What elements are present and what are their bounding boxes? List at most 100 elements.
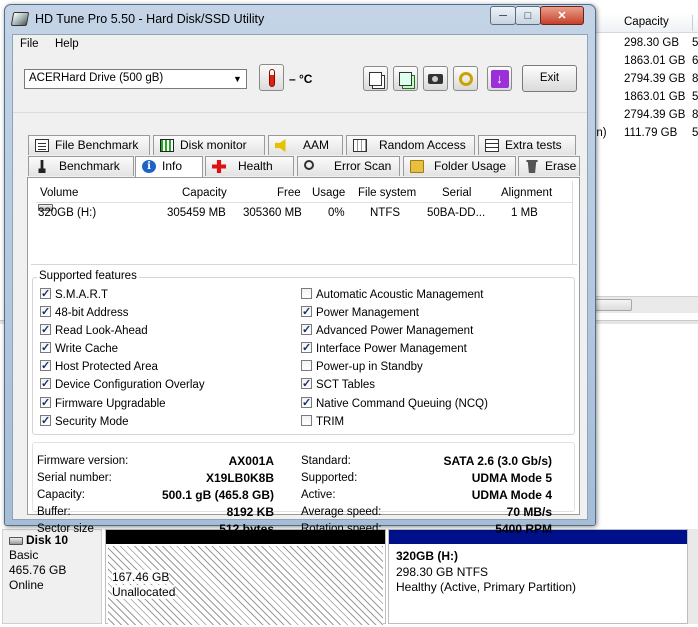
screenshot-button[interactable]: [423, 66, 448, 91]
drive-select[interactable]: ACERHard Drive (500 gB) ▼: [24, 69, 247, 89]
checkbox[interactable]: [301, 395, 312, 411]
volume-table-scrollbar[interactable]: [572, 181, 579, 264]
checkbox[interactable]: [40, 322, 51, 338]
volume-list-row[interactable]: 1863.01 GB 5: [590, 88, 698, 106]
feature-write-cache[interactable]: Write Cache: [40, 340, 118, 357]
cell-free: 305360 MB: [243, 207, 302, 219]
average-speed-value: 70 MB/s: [506, 505, 552, 519]
tab-info[interactable]: i Info: [135, 156, 203, 177]
volume-list-row[interactable]: 2794.39 GB 8: [590, 106, 698, 124]
feature-48bit-address[interactable]: 48-bit Address: [40, 304, 129, 321]
tab-file-benchmark[interactable]: File Benchmark: [28, 135, 150, 155]
cell-capacity: 305459 MB: [167, 207, 226, 219]
checkbox[interactable]: [40, 376, 51, 392]
horizontal-scrollbar[interactable]: [586, 296, 698, 313]
temperature-button[interactable]: [259, 64, 284, 91]
feature-aam[interactable]: Automatic Acoustic Management: [301, 287, 483, 303]
standard-value: SATA 2.6 (3.0 Gb/s): [443, 454, 552, 468]
unallocated-size: 167.46 GB: [112, 570, 170, 584]
volume-list-row[interactable]: 2794.39 GB 8: [590, 70, 698, 88]
volume-list-row[interactable]: on) 111.79 GB 5: [590, 124, 698, 142]
feature-trim[interactable]: TRIM: [301, 414, 344, 430]
volume-list-row[interactable]: 298.30 GB 5: [590, 34, 698, 52]
checkbox[interactable]: [40, 358, 51, 374]
checkbox[interactable]: [40, 286, 51, 302]
volume-list-row[interactable]: 1863.01 GB 6: [590, 52, 698, 70]
toolbar: ACERHard Drive (500 gB) ▼ – °C ↓ Exit: [13, 55, 587, 113]
keys-icon: [458, 71, 473, 86]
copy-text-button[interactable]: [363, 66, 388, 91]
cell-file-system: NTFS: [370, 207, 401, 219]
firmware-value: AX001A: [228, 454, 274, 468]
info-icon: i: [142, 160, 156, 173]
column-header-serial[interactable]: Serial: [442, 184, 471, 202]
column-header-file-system[interactable]: File system: [358, 184, 416, 202]
feature-smart[interactable]: S.M.A.R.T: [40, 286, 108, 303]
supported-mode-label: Supported:: [301, 472, 358, 484]
tab-random-access[interactable]: Random Access: [346, 135, 475, 155]
column-header-capacity[interactable]: Capacity: [624, 16, 669, 28]
column-header-usage[interactable]: Usage: [312, 184, 345, 202]
table-row[interactable]: 320GB (H:) 305459 MB 305360 MB 0% NTFS 5…: [36, 204, 572, 222]
tab-extra-tests[interactable]: Extra tests: [478, 135, 576, 155]
column-header-volume[interactable]: Volume: [40, 184, 78, 202]
unallocated-partition[interactable]: 167.46 GB Unallocated: [105, 529, 386, 625]
checkbox[interactable]: [40, 304, 51, 320]
tab-health[interactable]: Health: [205, 156, 294, 176]
tab-folder-usage[interactable]: Folder Usage: [403, 156, 516, 176]
feature-host-protected-area[interactable]: Host Protected Area: [40, 358, 158, 375]
feature-power-management[interactable]: Power Management: [301, 304, 419, 321]
save-button[interactable]: ↓: [487, 66, 512, 91]
feature-interface-power-management[interactable]: Interface Power Management: [301, 340, 467, 357]
disk-label[interactable]: Disk 10 Basic 465.76 GB Online: [2, 529, 102, 624]
unallocated-label: Unallocated: [112, 585, 176, 599]
column-header-alignment[interactable]: Alignment: [501, 184, 552, 202]
column-header-capacity[interactable]: Capacity: [182, 184, 227, 202]
tab-aam[interactable]: AAM: [268, 135, 343, 155]
checkbox[interactable]: [40, 395, 51, 411]
tab-error-scan[interactable]: Error Scan: [297, 156, 400, 176]
menu-file[interactable]: File: [20, 38, 39, 50]
row-capacity: 2794.39 GB: [624, 73, 686, 85]
capacity-value: 500.1 gB (465.8 GB): [161, 488, 274, 502]
menu-help[interactable]: Help: [55, 38, 79, 50]
rotation-speed-value: 5400 RPM: [495, 522, 552, 536]
options-button[interactable]: [453, 66, 478, 91]
feature-apm[interactable]: Advanced Power Management: [301, 322, 473, 339]
copy-all-button[interactable]: [393, 66, 418, 91]
chevron-down-icon[interactable]: ▼: [229, 70, 246, 88]
app-icon[interactable]: [10, 12, 30, 26]
tab-disk-monitor[interactable]: Disk monitor: [153, 135, 265, 155]
checkbox[interactable]: [301, 322, 312, 338]
feature-sct-tables[interactable]: SCT Tables: [301, 376, 375, 393]
checkbox[interactable]: [301, 288, 312, 299]
tab-erase[interactable]: Erase: [518, 156, 580, 176]
title-bar[interactable]: HD Tune Pro 5.50 - Hard Disk/SSD Utility…: [5, 5, 595, 33]
maximize-button[interactable]: □: [515, 6, 541, 25]
copy-all-icon: [399, 71, 412, 86]
average-speed-label: Average speed:: [301, 506, 382, 518]
ntfs-partition[interactable]: 320GB (H:) 298.30 GB NTFS Healthy (Activ…: [388, 529, 688, 624]
checkbox[interactable]: [40, 340, 51, 356]
column-header-free[interactable]: Free: [277, 184, 301, 202]
checkbox[interactable]: [301, 304, 312, 320]
feature-read-look-ahead[interactable]: Read Look-Ahead: [40, 322, 148, 339]
checkbox[interactable]: [301, 415, 312, 426]
feature-device-config-overlay[interactable]: Device Configuration Overlay: [40, 376, 205, 393]
minimize-button[interactable]: ─: [490, 6, 516, 25]
feature-ncq[interactable]: Native Command Queuing (NCQ): [301, 395, 488, 412]
checkbox[interactable]: [301, 340, 312, 356]
feature-security-mode[interactable]: Security Mode: [40, 413, 129, 430]
feature-firmware-upgradable[interactable]: Firmware Upgradable: [40, 395, 166, 412]
exit-button[interactable]: Exit: [522, 65, 577, 92]
column-separator[interactable]: [692, 15, 693, 31]
checkbox[interactable]: [301, 376, 312, 392]
feature-power-up-standby[interactable]: Power-up in Standby: [301, 359, 423, 375]
checkbox[interactable]: [40, 413, 51, 429]
close-button[interactable]: ✕: [540, 6, 584, 25]
sector-size-value: 512 bytes: [219, 522, 274, 536]
standard-label: Standard:: [301, 455, 351, 467]
sector-size-label: Sector size: [37, 523, 94, 535]
checkbox[interactable]: [301, 360, 312, 371]
tab-benchmark[interactable]: Benchmark: [28, 156, 134, 176]
